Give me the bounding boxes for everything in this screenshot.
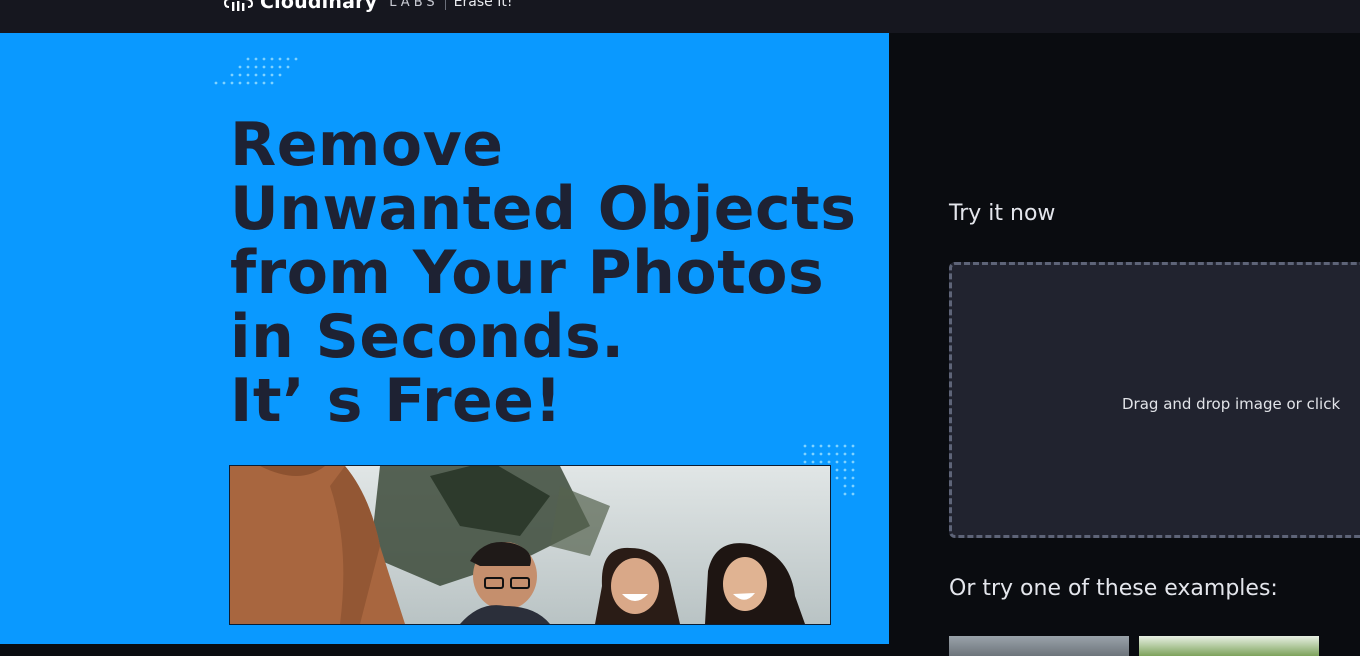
example-thumbnail[interactable] bbox=[949, 636, 1129, 656]
brand-divider bbox=[444, 0, 446, 10]
headline-line: in Seconds. bbox=[230, 302, 625, 372]
headline-line: It’ s Free! bbox=[230, 366, 563, 436]
hero-example-photo bbox=[229, 465, 831, 625]
headline-line: from Your Photos bbox=[230, 238, 825, 308]
brand-labs-label: LABS bbox=[389, 0, 439, 10]
hero-headline: Remove Unwanted Objects from Your Photos… bbox=[230, 113, 870, 433]
brand[interactable]: Cloudinary LABS Erase It! bbox=[224, 0, 512, 13]
headline-line: Remove bbox=[230, 110, 504, 180]
headline-line: Unwanted Objects bbox=[230, 174, 857, 244]
brand-name: Cloudinary bbox=[260, 0, 378, 13]
examples-heading: Or try one of these examples: bbox=[949, 576, 1278, 601]
try-it-now-heading: Try it now bbox=[949, 201, 1056, 226]
upload-panel: Try it now Drag and drop image or click … bbox=[889, 33, 1360, 656]
top-bar: Cloudinary LABS Erase It! bbox=[0, 0, 1360, 33]
decorative-dots-top bbox=[214, 57, 298, 85]
hero-section: Remove Unwanted Objects from Your Photos… bbox=[0, 33, 889, 644]
image-dropzone[interactable]: Drag and drop image or click bbox=[949, 262, 1360, 538]
product-name: Erase It! bbox=[453, 0, 513, 10]
cloudinary-logo-icon bbox=[224, 0, 254, 11]
people-laughing-photo bbox=[230, 466, 830, 624]
example-thumbnail[interactable] bbox=[1139, 636, 1319, 656]
dropzone-label: Drag and drop image or click bbox=[1122, 395, 1341, 413]
